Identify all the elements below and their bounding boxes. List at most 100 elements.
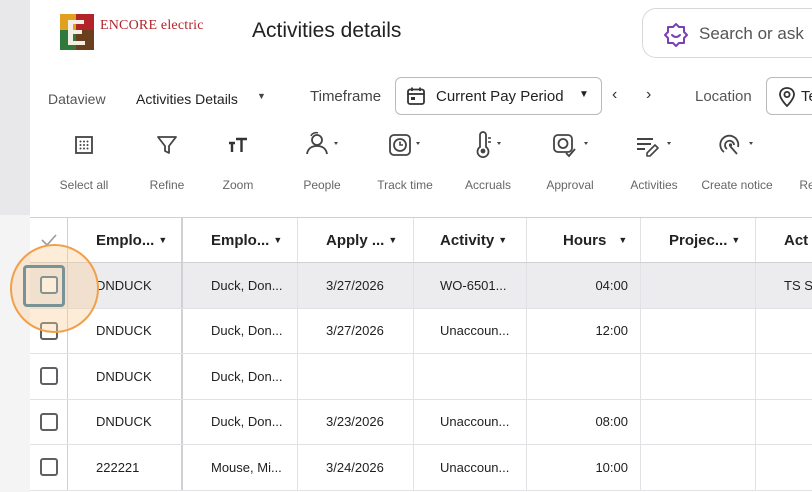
toolbar-label: Rec [799, 178, 812, 192]
activities-table: Emplo... ▼ Emplo... ▼ Apply ... ▼ Activity ▼… [30, 217, 812, 492]
activities-button[interactable]: Activities [614, 130, 694, 194]
activities-icon [637, 138, 671, 157]
search-input[interactable]: Search or ask [642, 8, 812, 58]
cell-employee-id: DNDUCK [68, 263, 183, 308]
cell-activity-type: TS Sc [784, 277, 812, 293]
next-period-button[interactable]: › [646, 86, 651, 104]
sparkle-search-icon [664, 23, 688, 47]
table-row[interactable]: DNDUCK Duck, Don... 3/23/2026 Unaccoun..… [30, 399, 812, 445]
caret-down-icon: ▼ [498, 235, 508, 245]
logo-wordmark: ENCORE electric [100, 18, 204, 33]
column-header-hours[interactable]: Hours ▼ [527, 218, 641, 262]
caret-down-icon: ▼ [618, 235, 628, 245]
cell-apply-date: 3/23/2026 [298, 399, 414, 444]
toolbar-label: Approval [546, 178, 594, 192]
row-checkbox[interactable] [39, 276, 58, 295]
timeframe-label: Timeframe [310, 88, 382, 105]
cell-project [641, 354, 756, 399]
approval-button[interactable]: Approval [530, 130, 610, 194]
left-gutter-lower [0, 215, 30, 492]
table-row[interactable]: DNDUCK Duck, Don... 3/27/2026 Unaccoun..… [30, 308, 812, 354]
column-header-label: Apply ... [326, 231, 385, 249]
caret-down-icon: ▼ [388, 235, 398, 245]
timeframe-select[interactable]: Current Pay Period ▼ [395, 77, 602, 115]
cell-apply-date [298, 354, 414, 399]
column-header-activity-type[interactable]: Act [756, 218, 812, 262]
caret-down-icon: ▼ [579, 89, 589, 100]
cell-activity-type [756, 309, 812, 354]
column-header-label: Activity [440, 231, 495, 249]
record-icon [795, 130, 812, 160]
table-row[interactable]: DNDUCK Duck, Don... [30, 354, 812, 400]
table-row[interactable]: DNDUCK Duck, Don... 3/27/2026 WO-6501...… [30, 263, 812, 309]
row-checkbox[interactable] [39, 321, 58, 340]
people-button[interactable]: People [282, 130, 362, 194]
cell-activity-type [756, 400, 812, 445]
cell-project [641, 263, 756, 308]
column-header-employee-name[interactable]: Emplo... ▼ [183, 218, 298, 262]
dataview-select[interactable]: Activities Details [136, 91, 238, 107]
row-checkbox-cell[interactable] [30, 308, 68, 353]
cell-employee-name: Mouse, Mi... [183, 445, 298, 490]
location-value: Te [801, 88, 812, 105]
toolbar-label: Create notice [701, 178, 773, 192]
caret-down-icon: ▼ [731, 235, 741, 245]
cell-activity: Unaccoun... [414, 445, 527, 490]
column-header-label: Act [784, 231, 809, 249]
row-checkbox[interactable] [39, 367, 58, 386]
cell-activity-type [756, 445, 812, 490]
table-row[interactable]: 222221 Mouse, Mi... 3/24/2026 Unaccoun..… [30, 445, 812, 491]
row-checkbox[interactable] [39, 458, 58, 477]
cell-employee-id: DNDUCK [68, 399, 183, 444]
search-placeholder: Search or ask [699, 24, 804, 43]
column-header-apply-date[interactable]: Apply ... ▼ [298, 218, 414, 262]
table-header-row: Emplo... ▼ Emplo... ▼ Apply ... ▼ Activity ▼… [30, 218, 812, 263]
row-checkbox[interactable] [39, 412, 58, 431]
caret-down-icon[interactable]: ▼ [257, 91, 266, 101]
accruals-button[interactable]: Accruals [448, 130, 528, 194]
thermometer-icon [476, 131, 501, 158]
column-header-label: Hours [563, 231, 607, 249]
toolbar-label: Accruals [464, 178, 511, 192]
cell-project [641, 445, 756, 490]
cell-employee-name: Duck, Don... [183, 354, 298, 399]
cell-project [641, 399, 756, 444]
create-notice-button[interactable]: Create notice [697, 130, 777, 194]
cell-hours: 08:00 [527, 399, 641, 444]
row-checkbox-cell[interactable] [30, 399, 68, 444]
clock-icon [389, 134, 420, 156]
cell-apply-date: 3/27/2026 [298, 263, 414, 308]
timeframe-value: Current Pay Period [436, 88, 564, 105]
cell-hours: 10:00 [527, 445, 641, 490]
cell-employee-name: Duck, Don... [183, 263, 298, 308]
cell-project [641, 308, 756, 353]
location-select[interactable]: Te [766, 77, 812, 115]
toolbar-label: Activities [630, 178, 678, 192]
cell-employee-id: DNDUCK [68, 354, 183, 399]
previous-period-button[interactable]: ‹ [612, 86, 617, 104]
column-header-label: Projec... [669, 231, 728, 249]
zoom-button[interactable]: Zoom [198, 130, 278, 194]
company-logo[interactable]: ENCORE electric [60, 14, 220, 52]
toolbar-label: Select all [59, 178, 109, 192]
row-checkbox-cell[interactable] [30, 354, 68, 399]
column-header-project[interactable]: Projec... ▼ [641, 218, 756, 262]
cell-employee-id: DNDUCK [68, 308, 183, 353]
select-all-rows-checkmark[interactable] [30, 218, 68, 262]
row-checkbox-cell[interactable] [30, 445, 68, 490]
refine-button[interactable]: Refine [127, 130, 207, 194]
cell-activity-type [756, 354, 812, 399]
track-time-button[interactable]: Track time [365, 130, 445, 194]
record-button[interactable]: Rec [770, 130, 812, 194]
select-all-button[interactable]: Select all [44, 130, 124, 194]
filter-icon [157, 136, 177, 154]
cell-hours: 04:00 [527, 263, 641, 308]
main-panel: ENCORE electric Activities details Searc… [30, 0, 812, 492]
caret-down-icon: ▼ [273, 235, 283, 245]
caret-down-icon: ▼ [158, 235, 168, 245]
column-header-employee-id[interactable]: Emplo... ▼ [68, 218, 183, 262]
column-header-activity[interactable]: Activity ▼ [414, 218, 527, 262]
row-checkbox-cell[interactable] [30, 263, 68, 308]
calendar-icon [407, 87, 425, 105]
cell-employee-name: Duck, Don... [183, 308, 298, 353]
